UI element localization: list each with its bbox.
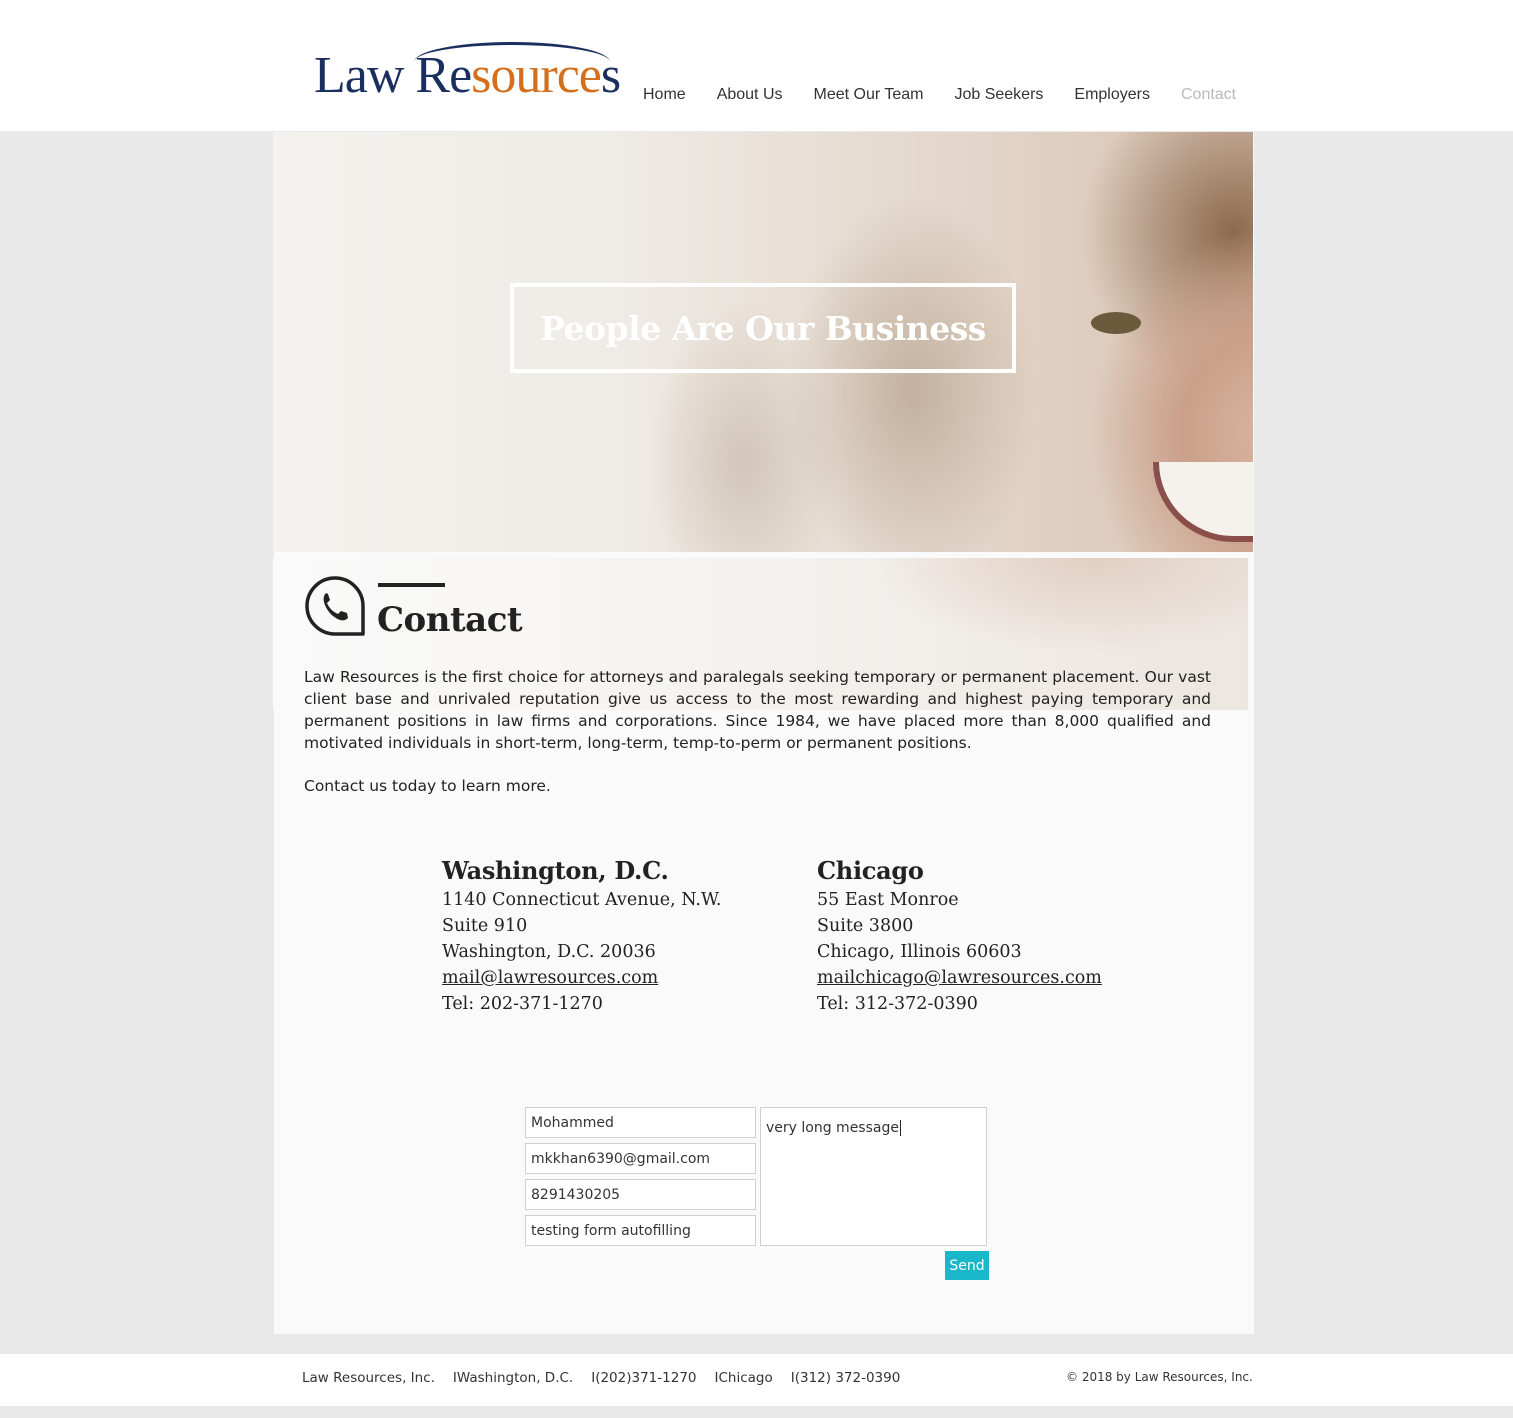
hero-photo-detail bbox=[1091, 312, 1141, 334]
office-name: Washington, D.C. bbox=[442, 856, 669, 885]
office-city: Chicago, Illinois 60603 bbox=[817, 942, 1022, 962]
text-caret bbox=[899, 1120, 901, 1136]
subject-input[interactable]: testing form autofilling bbox=[525, 1215, 756, 1246]
footer-city-dc: Washington, D.C. bbox=[456, 1370, 574, 1386]
office-address-line2: Suite 910 bbox=[442, 916, 528, 936]
footer-copyright: © 2018 by Law Resources, Inc. bbox=[1066, 1370, 1253, 1384]
site-header: Law Resources Home About Us Meet Our Tea… bbox=[0, 0, 1513, 131]
footer-contact-info: Law Resources, Inc. IWashington, D.C. I(20… bbox=[302, 1370, 900, 1386]
logo-text: Law Resources bbox=[314, 47, 621, 104]
hero-photo-detail bbox=[1153, 462, 1253, 542]
contact-intro: Law Resources is the first choice for at… bbox=[304, 668, 1211, 752]
main-nav: Home About Us Meet Our Team Job Seekers … bbox=[643, 86, 1236, 104]
footer-city-chicago: Chicago bbox=[718, 1370, 773, 1386]
email-input[interactable]: mkkhan6390@gmail.com bbox=[525, 1143, 756, 1174]
hero-headline-box: People Are Our Business bbox=[510, 283, 1016, 373]
nav-about-us[interactable]: About Us bbox=[717, 86, 783, 104]
contact-title: Contact bbox=[377, 600, 523, 640]
office-tel: Tel: 312-372-0390 bbox=[817, 994, 978, 1014]
contact-cta: Contact us today to learn more. bbox=[304, 777, 551, 795]
footer-phone-dc: (202)371-1270 bbox=[595, 1370, 697, 1386]
office-address-line1: 1140 Connecticut Avenue, N.W. bbox=[442, 890, 722, 910]
hero-headline: People Are Our Business bbox=[540, 308, 986, 348]
nav-meet-our-team[interactable]: Meet Our Team bbox=[814, 86, 924, 104]
phone-icon bbox=[305, 576, 365, 636]
nav-job-seekers[interactable]: Job Seekers bbox=[954, 86, 1043, 104]
office-address-line2: Suite 3800 bbox=[817, 916, 914, 936]
site-footer: Law Resources, Inc. IWashington, D.C. I(20… bbox=[0, 1354, 1513, 1406]
logo[interactable]: Law Resources bbox=[314, 42, 621, 104]
send-button[interactable]: Send bbox=[945, 1251, 989, 1280]
nav-contact[interactable]: Contact bbox=[1181, 86, 1236, 104]
phone-input[interactable]: 8291430205 bbox=[525, 1179, 756, 1210]
message-text: very long message bbox=[766, 1120, 899, 1136]
office-email-link[interactable]: mail@lawresources.com bbox=[442, 968, 658, 988]
office-name: Chicago bbox=[817, 856, 924, 885]
office-chicago: Chicago 55 East Monroe Suite 3800 Chicag… bbox=[817, 855, 1102, 1017]
contact-heading-bar bbox=[378, 583, 445, 587]
office-tel: Tel: 202-371-1270 bbox=[442, 994, 603, 1014]
office-city: Washington, D.C. 20036 bbox=[442, 942, 656, 962]
name-input[interactable]: Mohammed bbox=[525, 1107, 756, 1138]
office-washington: Washington, D.C. 1140 Connecticut Avenue… bbox=[442, 855, 721, 1017]
footer-company: Law Resources, Inc. bbox=[302, 1370, 435, 1386]
footer-phone-chicago: (312) 372-0390 bbox=[794, 1370, 901, 1386]
nav-employers[interactable]: Employers bbox=[1074, 86, 1150, 104]
office-email-link[interactable]: mailchicago@lawresources.com bbox=[817, 968, 1102, 988]
nav-home[interactable]: Home bbox=[643, 86, 686, 104]
office-address-line1: 55 East Monroe bbox=[817, 890, 959, 910]
message-textarea[interactable]: very long message bbox=[760, 1107, 987, 1246]
